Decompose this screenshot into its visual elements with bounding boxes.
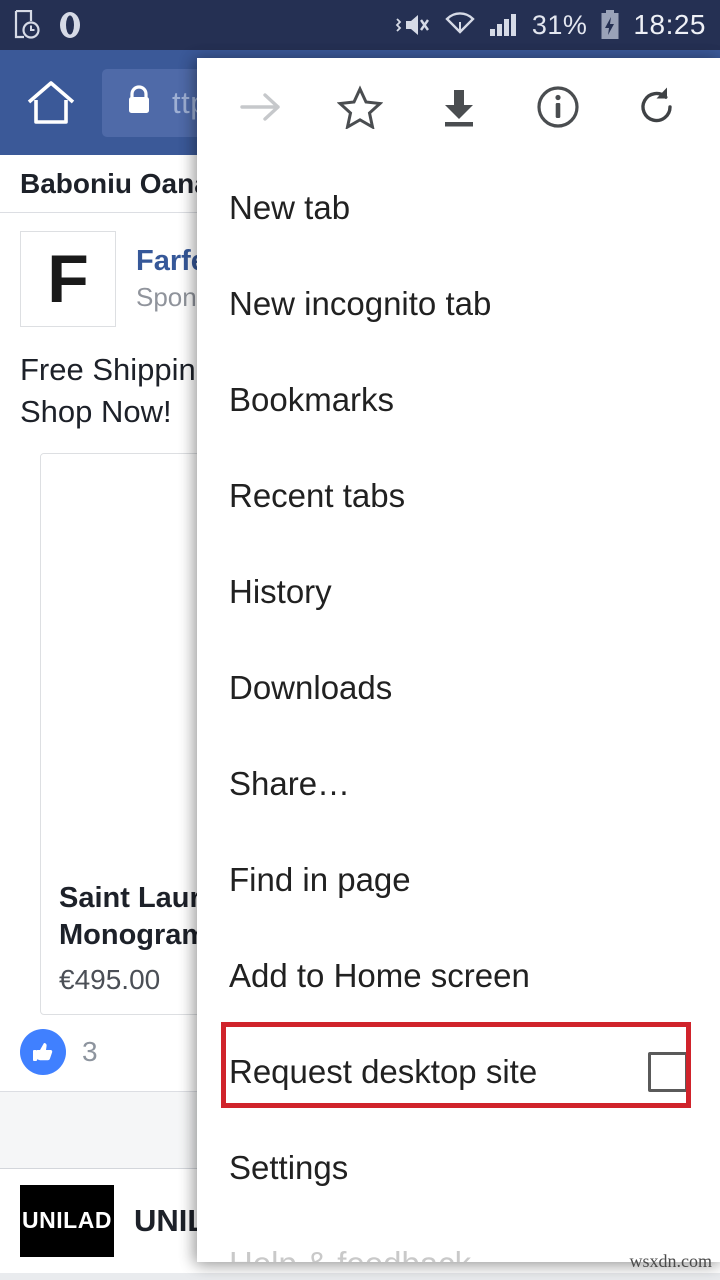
vibrate-mute-icon: [394, 10, 432, 40]
reload-icon[interactable]: [625, 75, 689, 139]
menu-item-label: New incognito tab: [229, 285, 492, 322]
menu-item-label: History: [229, 573, 332, 610]
forward-arrow-icon[interactable]: [229, 75, 293, 139]
status-bar-right-icons: 31% 18:25: [394, 9, 706, 41]
download-icon[interactable]: [427, 75, 491, 139]
menu-item-request-desktop-site[interactable]: Request desktop site: [197, 1024, 720, 1120]
menu-item-list: New tab New incognito tab Bookmarks Rece…: [197, 156, 720, 1262]
menu-item-add-to-home-screen[interactable]: Add to Home screen: [197, 928, 720, 1024]
thumbs-up-icon: [20, 1028, 66, 1075]
menu-item-settings[interactable]: Settings: [197, 1120, 720, 1216]
wifi-icon: [444, 10, 476, 40]
lock-icon: [124, 82, 154, 123]
screen-root: 31% 18:25 ttp Baboniu Oana F Farfetch Fr…: [0, 0, 720, 1280]
chrome-overflow-menu: New tab New incognito tab Bookmarks Rece…: [197, 58, 720, 1262]
menu-item-label: Add to Home screen: [229, 957, 530, 994]
menu-item-recent-tabs[interactable]: Recent tabs: [197, 448, 720, 544]
menu-item-new-incognito-tab[interactable]: New incognito tab: [197, 256, 720, 352]
page-info-icon[interactable]: [526, 75, 590, 139]
request-desktop-site-checkbox[interactable]: [648, 1052, 688, 1092]
menu-item-label: Find in page: [229, 861, 411, 898]
menu-item-label: Settings: [229, 1149, 349, 1186]
watermark-label: wsxdn.com: [629, 1251, 713, 1271]
device-clock-icon: [14, 10, 40, 40]
menu-item-label: Recent tabs: [229, 477, 406, 514]
menu-item-new-tab[interactable]: New tab: [197, 160, 720, 256]
signal-bars-icon: [488, 10, 520, 40]
menu-item-share[interactable]: Share…: [197, 736, 720, 832]
status-bar-left-icons: [14, 10, 82, 40]
advertiser-logo: F: [20, 231, 116, 327]
status-bar: 31% 18:25: [0, 0, 720, 50]
like-count-label: 3: [82, 1035, 98, 1067]
home-icon[interactable]: [22, 74, 80, 132]
menu-item-history[interactable]: History: [197, 544, 720, 640]
battery-charging-icon: [599, 9, 621, 41]
menu-icon-row: [197, 58, 720, 156]
menu-item-label: Bookmarks: [229, 381, 395, 418]
opera-drop-icon: [58, 10, 82, 40]
menu-item-downloads[interactable]: Downloads: [197, 640, 720, 736]
menu-item-label: Downloads: [229, 669, 393, 706]
menu-item-find-in-page[interactable]: Find in page: [197, 832, 720, 928]
clock-label: 18:25: [633, 9, 706, 40]
battery-percent-label: 31%: [531, 9, 588, 40]
page-avatar: UNILAD: [20, 1184, 114, 1257]
menu-item-label: Request desktop site: [229, 1053, 538, 1090]
menu-item-label: New tab: [229, 189, 351, 226]
bookmark-star-icon[interactable]: [328, 75, 392, 139]
menu-item-label: Share…: [229, 765, 351, 802]
menu-item-label: Help & feedback: [229, 1245, 471, 1262]
menu-item-bookmarks[interactable]: Bookmarks: [197, 352, 720, 448]
